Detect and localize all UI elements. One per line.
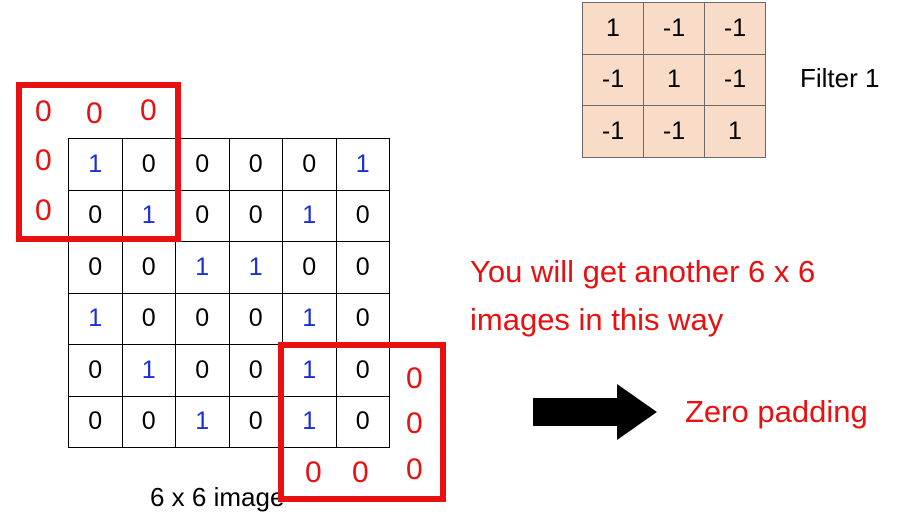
filter-cell: 1 bbox=[643, 53, 705, 107]
image-cell: 0 bbox=[228, 292, 283, 345]
result-message: You will get another 6 x 6 images in thi… bbox=[470, 254, 816, 337]
image-cell: 0 bbox=[228, 138, 283, 191]
image-row: 100010 bbox=[68, 292, 390, 345]
image-cell: 0 bbox=[68, 344, 123, 397]
image-cell: 1 bbox=[282, 292, 337, 345]
filter-row: -1 -1 1 bbox=[582, 105, 766, 158]
padding-zero: 0 bbox=[35, 95, 52, 128]
image-cell: 1 bbox=[335, 138, 390, 191]
filter-row: 1 -1 -1 bbox=[582, 2, 766, 55]
padding-zero: 0 bbox=[406, 362, 423, 395]
filter-cell: 1 bbox=[704, 105, 766, 158]
padding-zero: 0 bbox=[352, 456, 369, 489]
padding-zero: 0 bbox=[86, 97, 103, 130]
image-cell: 0 bbox=[121, 292, 176, 345]
image-cell: 1 bbox=[175, 241, 230, 294]
filter-1-grid: 1 -1 -1 -1 1 -1 -1 -1 1 bbox=[582, 2, 766, 158]
filter-row: -1 1 -1 bbox=[582, 53, 766, 107]
filter-cell: -1 bbox=[704, 2, 766, 55]
image-cell: 0 bbox=[282, 138, 337, 191]
image-row: 001100 bbox=[68, 241, 390, 294]
filter-1-grid-body: 1 -1 -1 -1 1 -1 -1 -1 1 bbox=[582, 2, 766, 158]
padding-zero: 0 bbox=[35, 144, 52, 177]
padding-zero: 0 bbox=[35, 194, 52, 227]
image-cell: 0 bbox=[335, 241, 390, 294]
image-cell: 1 bbox=[175, 395, 230, 448]
image-cell: 0 bbox=[335, 292, 390, 345]
image-cell: 0 bbox=[175, 292, 230, 345]
filter-cell: -1 bbox=[582, 105, 644, 158]
image-cell: 0 bbox=[121, 241, 176, 294]
image-cell: 0 bbox=[68, 395, 123, 448]
filter-cell: 1 bbox=[582, 2, 644, 55]
filter-cell: -1 bbox=[643, 105, 705, 158]
image-cell: 0 bbox=[228, 395, 283, 448]
image-cell: 0 bbox=[175, 189, 230, 242]
filter-label: Filter 1 bbox=[800, 63, 880, 93]
padding-zero: 0 bbox=[406, 453, 423, 486]
image-cell: 1 bbox=[228, 241, 283, 294]
image-cell: 0 bbox=[175, 344, 230, 397]
padding-zero: 0 bbox=[406, 407, 423, 440]
image-caption: 6 x 6 image bbox=[150, 482, 285, 512]
right-arrow-icon bbox=[533, 384, 657, 440]
image-cell: 1 bbox=[121, 344, 176, 397]
zero-padding-label: Zero padding bbox=[685, 394, 868, 429]
image-cell: 0 bbox=[228, 344, 283, 397]
filter-cell: -1 bbox=[582, 53, 644, 107]
padding-zero: 0 bbox=[140, 94, 157, 127]
image-cell: 0 bbox=[175, 138, 230, 191]
image-cell: 0 bbox=[228, 189, 283, 242]
image-cell: 0 bbox=[121, 395, 176, 448]
filter-cell: -1 bbox=[643, 2, 705, 55]
image-cell: 0 bbox=[282, 241, 337, 294]
image-cell: 0 bbox=[68, 241, 123, 294]
image-cell: 0 bbox=[335, 189, 390, 242]
image-cell: 1 bbox=[282, 189, 337, 242]
image-cell: 1 bbox=[68, 292, 123, 345]
filter-cell: -1 bbox=[704, 53, 766, 107]
padding-zero: 0 bbox=[305, 456, 322, 489]
